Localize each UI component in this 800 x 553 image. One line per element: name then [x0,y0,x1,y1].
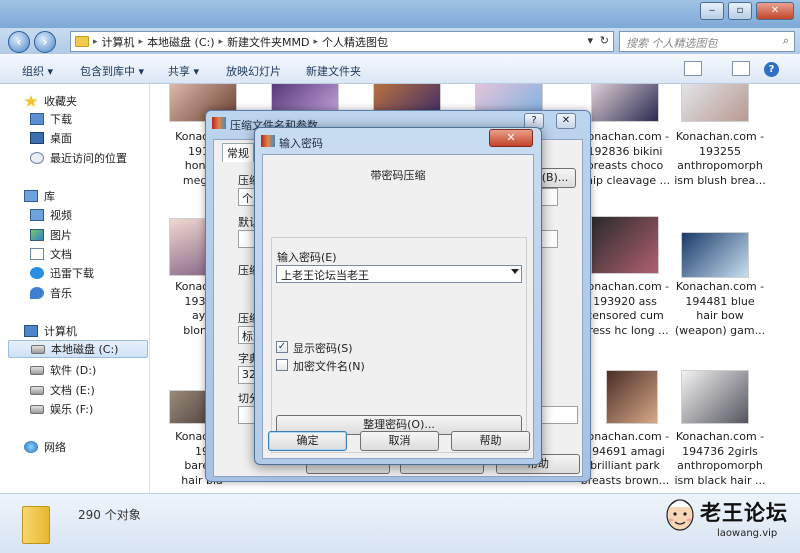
share-menu[interactable]: 共享 ▾ [168,63,199,79]
search-input[interactable]: 搜索 个人精选图包 ⌕ [619,31,795,52]
help-icon[interactable]: ? [764,62,779,77]
file-thumbnail[interactable] [606,370,658,424]
new-folder-button[interactable]: 新建文件夹 [306,63,361,79]
file-thumbnail[interactable] [681,84,749,122]
search-icon[interactable]: ⌕ [783,34,789,48]
sidebar-item-music[interactable]: 音乐 [30,284,72,302]
folder-icon [75,36,89,47]
encrypt-filenames-checkbox[interactable] [276,359,288,371]
mascot-face-logo [666,499,694,531]
sidebar-item-videos[interactable]: 视频 [30,206,72,224]
file-name[interactable]: Konachan.com -194481 blue hair bow (weapon… [670,280,770,338]
address-dropdown-icon[interactable]: ▾ [587,34,593,47]
breadcrumb-local-disk[interactable]: 本地磁盘 (C:) [147,34,214,50]
refresh-icon[interactable]: ↻ [600,34,609,47]
ok-button[interactable]: 确定 [268,431,347,451]
minimize-button[interactable]: ‒ [700,2,724,20]
desktop-icon [30,132,44,144]
sidebar-item-drive-c[interactable]: 本地磁盘 (C:) [8,340,148,358]
pictures-library-icon [30,229,44,241]
documents-library-icon [30,248,44,260]
password-dialog-title: 输入密码 [279,137,323,150]
watermark-title: 老王论坛 [700,501,788,525]
password-input[interactable]: 上老王论坛当老王 [276,265,522,283]
folder-icon [22,506,50,544]
network-icon [24,441,38,453]
encrypt-filenames-label[interactable]: 加密文件名(N) [293,358,365,374]
winrar-icon [212,117,226,129]
sidebar-item-network[interactable]: 网络 [24,438,66,456]
computer-icon [24,325,38,337]
close-dialog-button[interactable]: ✕ [556,113,576,129]
chevron-down-icon[interactable] [511,269,519,274]
breadcrumb-mmd-folder[interactable]: 新建文件夹MMD [227,34,309,50]
file-name[interactable]: Konachan.com -194736 2girls anthropomorph… [670,430,770,488]
drive-icon [30,365,44,375]
password-dialog-body: 带密码压缩 输入密码(E) 上老王论坛当老王 ✓ 显示密码(S) 加密文件名(N… [262,154,534,459]
item-count: 290 个对象 [78,508,141,522]
drive-icon [31,344,45,354]
sidebar-item-computer[interactable]: 计算机 [24,322,77,340]
drive-icon [30,385,44,395]
view-options-icon[interactable] [684,61,702,76]
navigation-pane: 收藏夹 下载 桌面 最近访问的位置 库 视频 图片 文档 迅雷下载 音乐 计算机… [0,84,150,493]
sidebar-item-recent[interactable]: 最近访问的位置 [30,149,127,167]
back-arrow-icon[interactable]: ‹ [8,31,30,53]
library-icon [24,190,38,202]
show-password-checkbox[interactable]: ✓ [276,341,288,353]
dialog-heading: 带密码压缩 [370,169,426,182]
close-password-dialog-button[interactable]: ✕ [489,129,533,147]
watermark-url: laowang.vip [717,528,778,539]
file-thumbnail[interactable] [591,216,659,274]
sidebar-item-drive-f[interactable]: 娱乐 (F:) [30,400,93,418]
winrar-icon [261,135,275,147]
explorer-titlebar: ‒ ▫ ✕ [0,0,800,28]
preview-pane-icon[interactable] [732,61,750,76]
drive-icon [30,404,44,414]
address-bar[interactable]: ▸ 计算机 ▸ 本地磁盘 (C:) ▸ 新建文件夹MMD ▸ 个人精选图包 ▾ … [70,31,614,52]
music-library-icon [30,287,44,299]
sidebar-item-documents[interactable]: 文档 [30,245,72,263]
cancel-button[interactable]: 取消 [360,431,439,451]
sidebar-item-drive-e[interactable]: 文档 (E:) [30,381,95,399]
recent-places-icon [30,152,44,164]
thunder-download-icon [30,267,44,279]
video-library-icon [30,209,44,221]
help-button[interactable]: 帮助 [451,431,530,451]
sidebar-item-downloads[interactable]: 下载 [30,110,72,128]
file-name[interactable]: Konachan.com -193255 anthropomorph ism blu… [670,130,770,188]
password-label: 输入密码(E) [277,251,337,264]
include-in-library-menu[interactable]: 包含到库中 ▾ [80,63,144,79]
password-dialog: 输入密码 ✕ 带密码压缩 输入密码(E) 上老王论坛当老王 ✓ 显示密码(S) … [254,127,542,465]
sidebar-item-favorites[interactable]: 收藏夹 [24,92,77,110]
breadcrumb-computer[interactable]: 计算机 [102,34,135,50]
show-password-label[interactable]: 显示密码(S) [293,340,353,356]
download-folder-icon [30,113,44,125]
maximize-button[interactable]: ▫ [728,2,752,20]
forward-arrow-icon[interactable]: › [34,31,56,53]
breadcrumb-current-folder[interactable]: 个人精选图包 [322,34,388,50]
close-window-button[interactable]: ✕ [756,2,794,20]
command-toolbar: 组织 ▾ 包含到库中 ▾ 共享 ▾ 放映幻灯片 新建文件夹 [0,54,800,84]
organize-menu[interactable]: 组织 ▾ [22,63,53,79]
sidebar-item-pictures[interactable]: 图片 [30,226,72,244]
sidebar-item-drive-d[interactable]: 软件 (D:) [30,361,96,379]
sidebar-item-libraries[interactable]: 库 [24,187,55,205]
navigation-bar: ‹ › ▸ 计算机 ▸ 本地磁盘 (C:) ▸ 新建文件夹MMD ▸ 个人精选图… [0,28,800,54]
tab-general[interactable]: 常规 [222,143,254,162]
file-thumbnail[interactable] [681,370,749,424]
file-thumbnail[interactable] [681,232,749,278]
file-thumbnail[interactable] [591,84,659,122]
star-icon [24,95,38,107]
sidebar-item-desktop[interactable]: 桌面 [30,129,72,147]
slideshow-button[interactable]: 放映幻灯片 [226,63,281,79]
sidebar-item-thunder[interactable]: 迅雷下载 [30,264,94,282]
